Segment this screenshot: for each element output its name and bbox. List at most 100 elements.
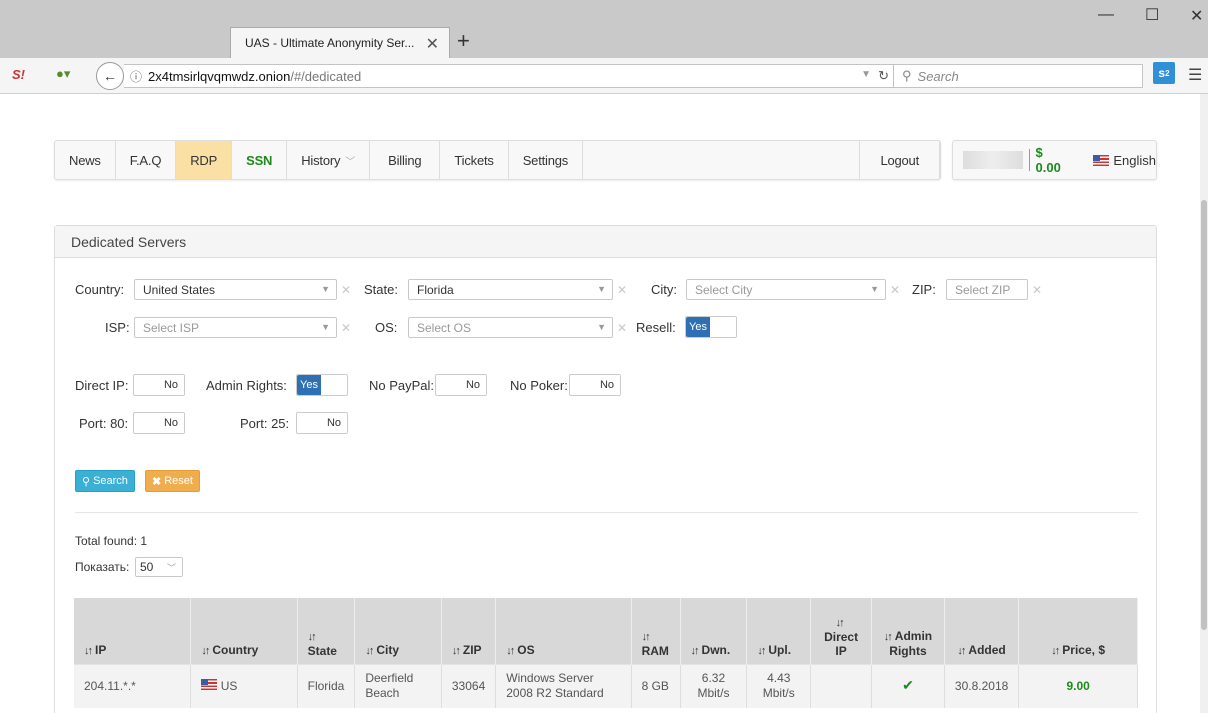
reload-icon[interactable]: ↻	[878, 68, 889, 84]
sort-icon: ↓↑	[201, 644, 210, 657]
results-table: ↓↑ IP ↓↑ Country ↓↑ State ↓↑ City ↓↑ ZIP ↓↑ OS…	[74, 598, 1138, 708]
browser-search-input[interactable]: ⚲ Search	[893, 64, 1143, 88]
col-dwn[interactable]: ↓↑ Dwn.	[680, 598, 748, 664]
language-selector[interactable]: English	[1093, 153, 1156, 168]
page-scrollbar-thumb[interactable]	[1201, 200, 1207, 630]
isp-select[interactable]: Select ISP ▼	[134, 317, 337, 338]
state-select[interactable]: Florida ▼	[408, 279, 613, 300]
port25-toggle[interactable]: No	[296, 412, 348, 434]
panel-title: Dedicated Servers	[55, 226, 1156, 258]
account-balance[interactable]: $ 0.00	[1036, 145, 1072, 175]
checkmark-icon: ✔	[902, 677, 914, 694]
cell-price-value: 9.00	[1066, 678, 1090, 693]
sort-icon: ↓↑	[506, 644, 515, 657]
cell-dwn-value: 6.32	[701, 671, 726, 686]
tab-close-icon[interactable]: ✕	[426, 34, 439, 54]
cell-direct-ip	[810, 663, 872, 708]
col-upl[interactable]: ↓↑ Upl.	[746, 598, 812, 664]
browser-search-placeholder: Search	[917, 68, 959, 84]
window-close-icon[interactable]: ✕	[1190, 6, 1203, 26]
cell-os-line-1: Windows Server	[506, 671, 594, 686]
col-state-label: State	[307, 643, 337, 658]
divider	[75, 512, 1138, 513]
url-dropdown-icon[interactable]: ▼	[861, 69, 871, 80]
chevron-down-icon: ▼	[597, 322, 606, 332]
nav-settings[interactable]: Settings	[509, 141, 584, 179]
col-price[interactable]: ↓↑ Price, $	[1018, 598, 1138, 664]
cell-price[interactable]: 9.00	[1018, 663, 1138, 708]
nav-tickets[interactable]: Tickets	[440, 141, 509, 179]
col-os-label: OS	[517, 642, 535, 657]
resell-toggle[interactable]: Yes	[685, 316, 737, 338]
page-size-select[interactable]: 50 ﹀	[135, 557, 183, 577]
tor-onion-icon[interactable]: ●▾	[56, 66, 70, 82]
col-direct-ip[interactable]: ↓↑ Direct IP	[810, 598, 872, 664]
col-dwn-label: Dwn.	[701, 642, 731, 657]
tab-title: UAS - Ultimate Anonymity Ser...	[245, 36, 415, 50]
table-row[interactable]: 204.11.*.* US Florida Deerfield Beach 330…	[74, 663, 1138, 708]
direct-ip-toggle[interactable]: No	[133, 374, 185, 396]
country-clear-icon[interactable]: ✕	[341, 283, 351, 297]
os-placeholder: Select OS	[417, 321, 472, 335]
url-text: 2x4tmsirlqvqmwdz.onion/#/dedicated	[148, 69, 361, 84]
country-select[interactable]: United States ▼	[134, 279, 337, 300]
state-clear-icon[interactable]: ✕	[617, 283, 627, 297]
admin-rights-label: Admin Rights:	[206, 378, 287, 393]
admin-rights-toggle[interactable]: Yes	[296, 374, 348, 396]
no-poker-toggle[interactable]: No	[569, 374, 621, 396]
city-clear-icon[interactable]: ✕	[890, 283, 900, 297]
url-path: /#/dedicated	[290, 68, 362, 84]
nav-news[interactable]: News	[55, 141, 116, 179]
city-select[interactable]: Select City ▼	[686, 279, 886, 300]
minimize-icon[interactable]: —	[1098, 6, 1114, 24]
zip-input[interactable]: Select ZIP	[946, 279, 1028, 300]
cell-country-label: US	[220, 678, 238, 693]
nav-ssn[interactable]: SSN	[232, 141, 288, 179]
cell-city-line-1: Deerfield	[365, 671, 414, 686]
nav-logout[interactable]: Logout	[860, 141, 940, 179]
port80-toggle[interactable]: No	[133, 412, 185, 434]
sort-icon: ↓↑	[365, 644, 374, 657]
sort-icon: ↓↑	[451, 644, 461, 657]
maximize-icon[interactable]: ☐	[1145, 5, 1159, 25]
no-paypal-toggle[interactable]: No	[435, 374, 487, 396]
info-icon[interactable]: ⓘ	[124, 68, 148, 85]
col-country[interactable]: ↓↑ Country	[190, 598, 298, 664]
os-clear-icon[interactable]: ✕	[617, 321, 627, 335]
url-bar[interactable]: ⓘ 2x4tmsirlqvqmwdz.onion/#/dedicated ▼ ↻	[124, 64, 894, 88]
zip-label: ZIP:	[912, 282, 936, 297]
sort-icon: ↓↑	[835, 616, 845, 629]
col-city[interactable]: ↓↑ City	[354, 598, 442, 664]
col-zip[interactable]: ↓↑ ZIP	[441, 598, 497, 664]
nav-rdp[interactable]: RDP	[176, 141, 233, 179]
col-ip[interactable]: ↓↑ IP	[74, 598, 192, 664]
col-ram[interactable]: ↓↑ RAM	[631, 598, 681, 664]
search-button-label: Search	[93, 475, 128, 487]
nav-faq[interactable]: F.A.Q	[116, 141, 177, 179]
back-arrow-icon[interactable]: ←	[96, 62, 124, 90]
extension-s-icon[interactable]: S!	[12, 67, 25, 82]
extension-badge-icon[interactable]: s2	[1153, 62, 1175, 84]
col-added[interactable]: ↓↑ Added	[944, 598, 1020, 664]
language-label: English	[1113, 152, 1156, 168]
admin-rights-yes: Yes	[297, 375, 321, 395]
os-select[interactable]: Select OS ▼	[408, 317, 613, 338]
username-blurred	[963, 151, 1023, 169]
col-admin-rights[interactable]: ↓↑ Admin Rights	[871, 598, 945, 664]
zip-clear-icon[interactable]: ✕	[1032, 283, 1042, 297]
col-os[interactable]: ↓↑ OS	[495, 598, 632, 664]
search-button[interactable]: ⚲ Search	[75, 470, 135, 492]
port80-no: No	[158, 413, 184, 433]
nav-billing[interactable]: Billing	[370, 141, 441, 179]
nav-history[interactable]: History ﹀	[287, 141, 371, 179]
reset-button[interactable]: ✖ Reset	[145, 470, 200, 492]
reset-button-label: Reset	[164, 475, 193, 487]
new-tab-icon[interactable]: +	[457, 28, 470, 54]
port80-label: Port: 80:	[79, 416, 129, 431]
sort-icon: ↓↑	[307, 630, 317, 643]
cell-zip: 33064	[441, 663, 497, 708]
browser-tab[interactable]: UAS - Ultimate Anonymity Ser... ✕	[230, 27, 450, 58]
menu-icon[interactable]: ☰	[1188, 65, 1202, 85]
col-state[interactable]: ↓↑ State	[297, 598, 356, 664]
isp-clear-icon[interactable]: ✕	[341, 321, 351, 335]
